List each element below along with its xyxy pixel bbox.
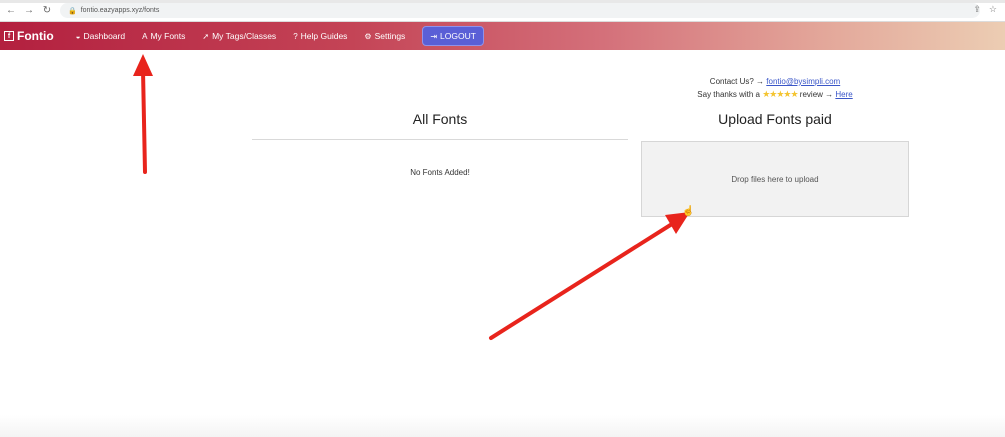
app-navbar: f Fontio ◒ Dashboard A My Fonts ➚ My Tag…: [0, 22, 1005, 50]
mouse-cursor-icon: ☝: [682, 206, 695, 217]
annotation-arrow-nav: [133, 54, 153, 174]
gear-icon: ⚙: [364, 31, 372, 41]
share-icon[interactable]: ⇪: [973, 4, 981, 15]
nav-item-my-tags[interactable]: ➚ My Tags/Classes: [202, 31, 276, 41]
nav-item-label: Dashboard: [83, 31, 126, 41]
nav-item-settings[interactable]: ⚙ Settings: [364, 31, 405, 41]
font-icon: A: [142, 31, 148, 41]
bookmark-star-icon[interactable]: ☆: [989, 4, 997, 15]
brand-logo[interactable]: f Fontio: [4, 29, 54, 43]
contact-email-link[interactable]: fontio@bysimpli.com: [766, 77, 840, 86]
annotation-arrows: [133, 54, 690, 340]
reload-icon[interactable]: ↻: [40, 4, 54, 18]
url-text: fontio.eazyapps.xyz/fonts: [80, 7, 160, 14]
dashboard-icon: ◒: [75, 31, 81, 41]
contact-line: Contact Us? → fontio@bysimpli.com: [640, 75, 910, 88]
back-icon[interactable]: ←: [4, 4, 18, 18]
annotation-arrow-dropzone: [489, 212, 690, 340]
lock-icon: 🔒: [68, 7, 77, 15]
nav-item-help-guides[interactable]: ? Help Guides: [293, 31, 347, 41]
logout-icon: ⇥: [430, 31, 438, 41]
all-fonts-divider: [252, 139, 628, 140]
question-icon: ?: [293, 31, 298, 41]
brand-name: Fontio: [17, 29, 54, 43]
all-fonts-title: All Fonts: [412, 111, 468, 127]
contact-block: Contact Us? → fontio@bysimpli.com Say th…: [640, 75, 910, 101]
fontio-logo-icon: f: [4, 31, 14, 41]
nav-item-label: My Fonts: [150, 31, 186, 41]
browser-toolbar: ← → ↻ 🔒 fontio.eazyapps.xyz/fonts ⇪ ☆: [0, 0, 1005, 22]
rocket-icon: ➚: [202, 31, 210, 41]
nav-item-label: Settings: [374, 31, 406, 41]
contact-prefix: Contact Us? →: [709, 77, 765, 86]
thanks-line: Say thanks with a ★★★★★ review → Here: [640, 88, 910, 101]
forward-icon[interactable]: →: [22, 4, 36, 18]
address-bar[interactable]: 🔒 fontio.eazyapps.xyz/fonts: [60, 3, 980, 18]
logout-label: LOGOUT: [440, 31, 476, 41]
nav-item-label: Help Guides: [300, 31, 348, 41]
dropzone-label: Drop files here to upload: [731, 174, 819, 184]
nav-item-dashboard[interactable]: ◒ Dashboard: [76, 31, 125, 41]
thanks-suffix: review →: [799, 90, 834, 99]
five-stars-icon: ★★★★★: [762, 89, 798, 99]
thanks-prefix: Say thanks with a: [697, 90, 760, 99]
bottom-fade: [0, 415, 1005, 437]
nav-item-label: My Tags/Classes: [212, 31, 277, 41]
upload-fonts-title: Upload Fonts paid: [718, 111, 832, 127]
logout-button[interactable]: ⇥ LOGOUT: [422, 26, 484, 46]
browser-actions: ⇪ ☆: [973, 4, 997, 15]
no-fonts-message: No Fonts Added!: [410, 168, 470, 177]
review-here-link[interactable]: Here: [835, 90, 852, 99]
nav-item-my-fonts[interactable]: A My Fonts: [142, 31, 185, 41]
browser-tabstrip: [0, 0, 1005, 3]
